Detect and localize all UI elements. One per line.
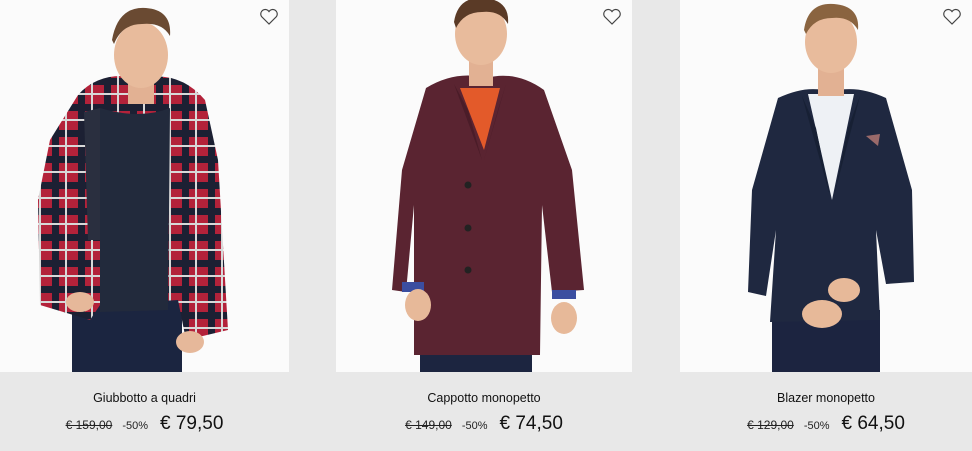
sale-price: € 74,50	[499, 413, 563, 434]
product-photo-single-breasted-coat	[392, 0, 584, 372]
product-photo-checked-jacket	[38, 7, 228, 372]
discount-badge: -50%	[122, 420, 148, 432]
product-image[interactable]	[680, 0, 972, 372]
discount-badge: -50%	[461, 420, 488, 432]
discount-badge: -50%	[803, 420, 830, 432]
product-card[interactable]: Blazer monopetto € 129,00 -50% € 64,50	[680, 0, 972, 451]
product-image[interactable]	[336, 0, 632, 372]
wishlist-heart-icon[interactable]	[259, 8, 279, 26]
product-info: Blazer monopetto € 129,00 -50% € 64,50	[680, 372, 972, 451]
price-row: € 129,00 -50% € 64,50	[680, 413, 972, 435]
price-row: € 149,00 -50% € 74,50	[336, 413, 632, 435]
sale-price: € 64,50	[841, 413, 905, 434]
product-info: Giubbotto a quadri € 159,00 -50% € 79,50	[0, 372, 289, 451]
product-name[interactable]: Cappotto monopetto	[336, 391, 632, 405]
original-price: € 129,00	[747, 418, 794, 432]
product-card[interactable]: Cappotto monopetto € 149,00 -50% € 74,50	[336, 0, 632, 451]
product-card[interactable]: Giubbotto a quadri € 159,00 -50% € 79,50	[0, 0, 289, 451]
product-info: Cappotto monopetto € 149,00 -50% € 74,50	[336, 372, 632, 451]
wishlist-heart-icon[interactable]	[942, 8, 962, 26]
wishlist-heart-icon[interactable]	[602, 8, 622, 26]
price-row: € 159,00 -50% € 79,50	[0, 413, 289, 435]
sale-price: € 79,50	[160, 413, 224, 434]
product-photo-single-breasted-blazer	[748, 3, 914, 372]
original-price: € 149,00	[405, 418, 452, 432]
original-price: € 159,00	[65, 418, 113, 432]
product-name[interactable]: Giubbotto a quadri	[0, 391, 289, 405]
product-image[interactable]	[0, 0, 289, 372]
product-name[interactable]: Blazer monopetto	[680, 391, 972, 405]
